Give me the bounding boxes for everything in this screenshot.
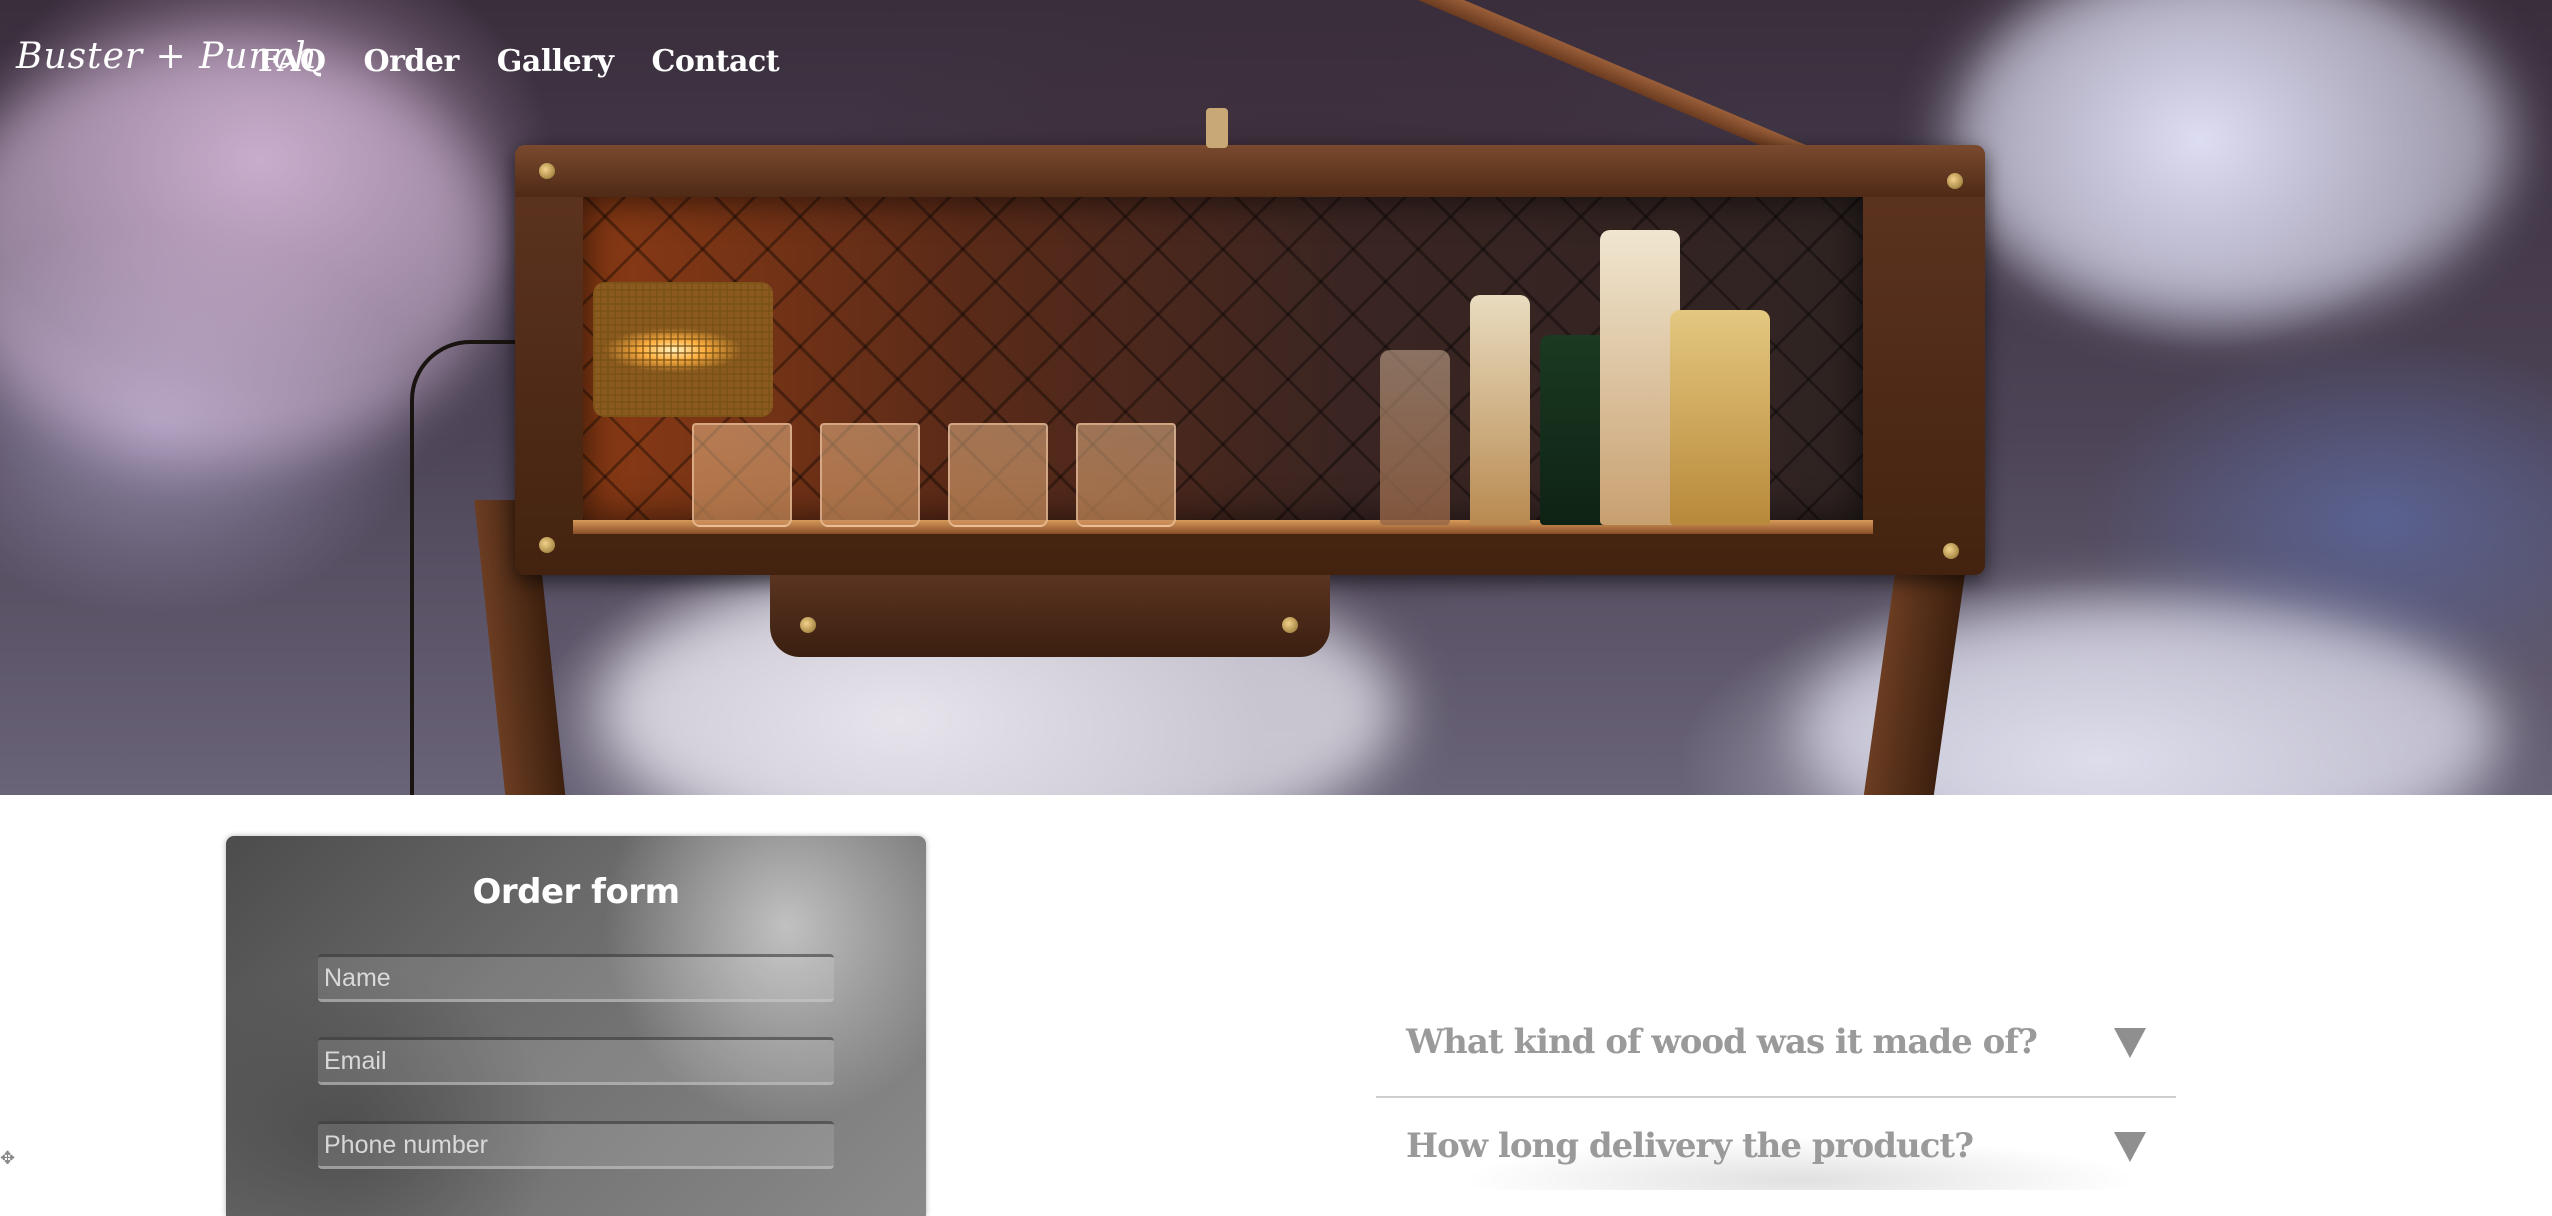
email-input[interactable] — [318, 1037, 834, 1085]
faq-item[interactable]: What kind of wood was it made of? — [1376, 1000, 2176, 1098]
bottle — [1380, 350, 1450, 525]
order-form-title: Order form — [472, 872, 680, 912]
faq-list: What kind of wood was it made of? How lo… — [1376, 1000, 2176, 1178]
bottle — [1470, 295, 1530, 525]
nav-links: FAQ Order Gallery Contact — [258, 44, 780, 79]
triangle-down-icon[interactable] — [2114, 1028, 2146, 1058]
nav-link-gallery[interactable]: Gallery — [497, 44, 614, 79]
whisky-glass — [692, 423, 792, 527]
move-handle-icon[interactable]: ✥ — [0, 1148, 22, 1170]
bottle — [1600, 230, 1680, 525]
whisky-glass — [820, 423, 920, 527]
faq-question: How long delivery the product? — [1406, 1126, 1974, 1166]
nav-link-order[interactable]: Order — [363, 44, 459, 79]
triangle-down-icon[interactable] — [2114, 1132, 2146, 1162]
faq-item[interactable]: How long delivery the product? — [1376, 1098, 2176, 1178]
phone-input[interactable] — [318, 1121, 834, 1169]
cabinet-top — [515, 145, 1985, 197]
nav-link-contact[interactable]: Contact — [651, 44, 779, 79]
cage-lamp — [593, 282, 773, 417]
faq-question: What kind of wood was it made of? — [1406, 1022, 2038, 1062]
bottle — [1670, 310, 1770, 525]
brass-stud — [1947, 173, 1963, 189]
whisky-glass — [948, 423, 1048, 527]
brass-stud — [800, 617, 816, 633]
name-input[interactable] — [318, 954, 834, 1002]
cabinet-base — [770, 575, 1330, 657]
top-navigation: Buster + Punch FAQ Order Gallery Contact — [0, 0, 2552, 130]
brass-stud — [1943, 543, 1959, 559]
brass-stud — [539, 537, 555, 553]
brass-stud — [1282, 617, 1298, 633]
order-form-panel: Order form — [226, 836, 926, 1216]
brass-stud — [539, 163, 555, 179]
whisky-glass — [1076, 423, 1176, 527]
nav-link-faq[interactable]: FAQ — [258, 44, 326, 79]
